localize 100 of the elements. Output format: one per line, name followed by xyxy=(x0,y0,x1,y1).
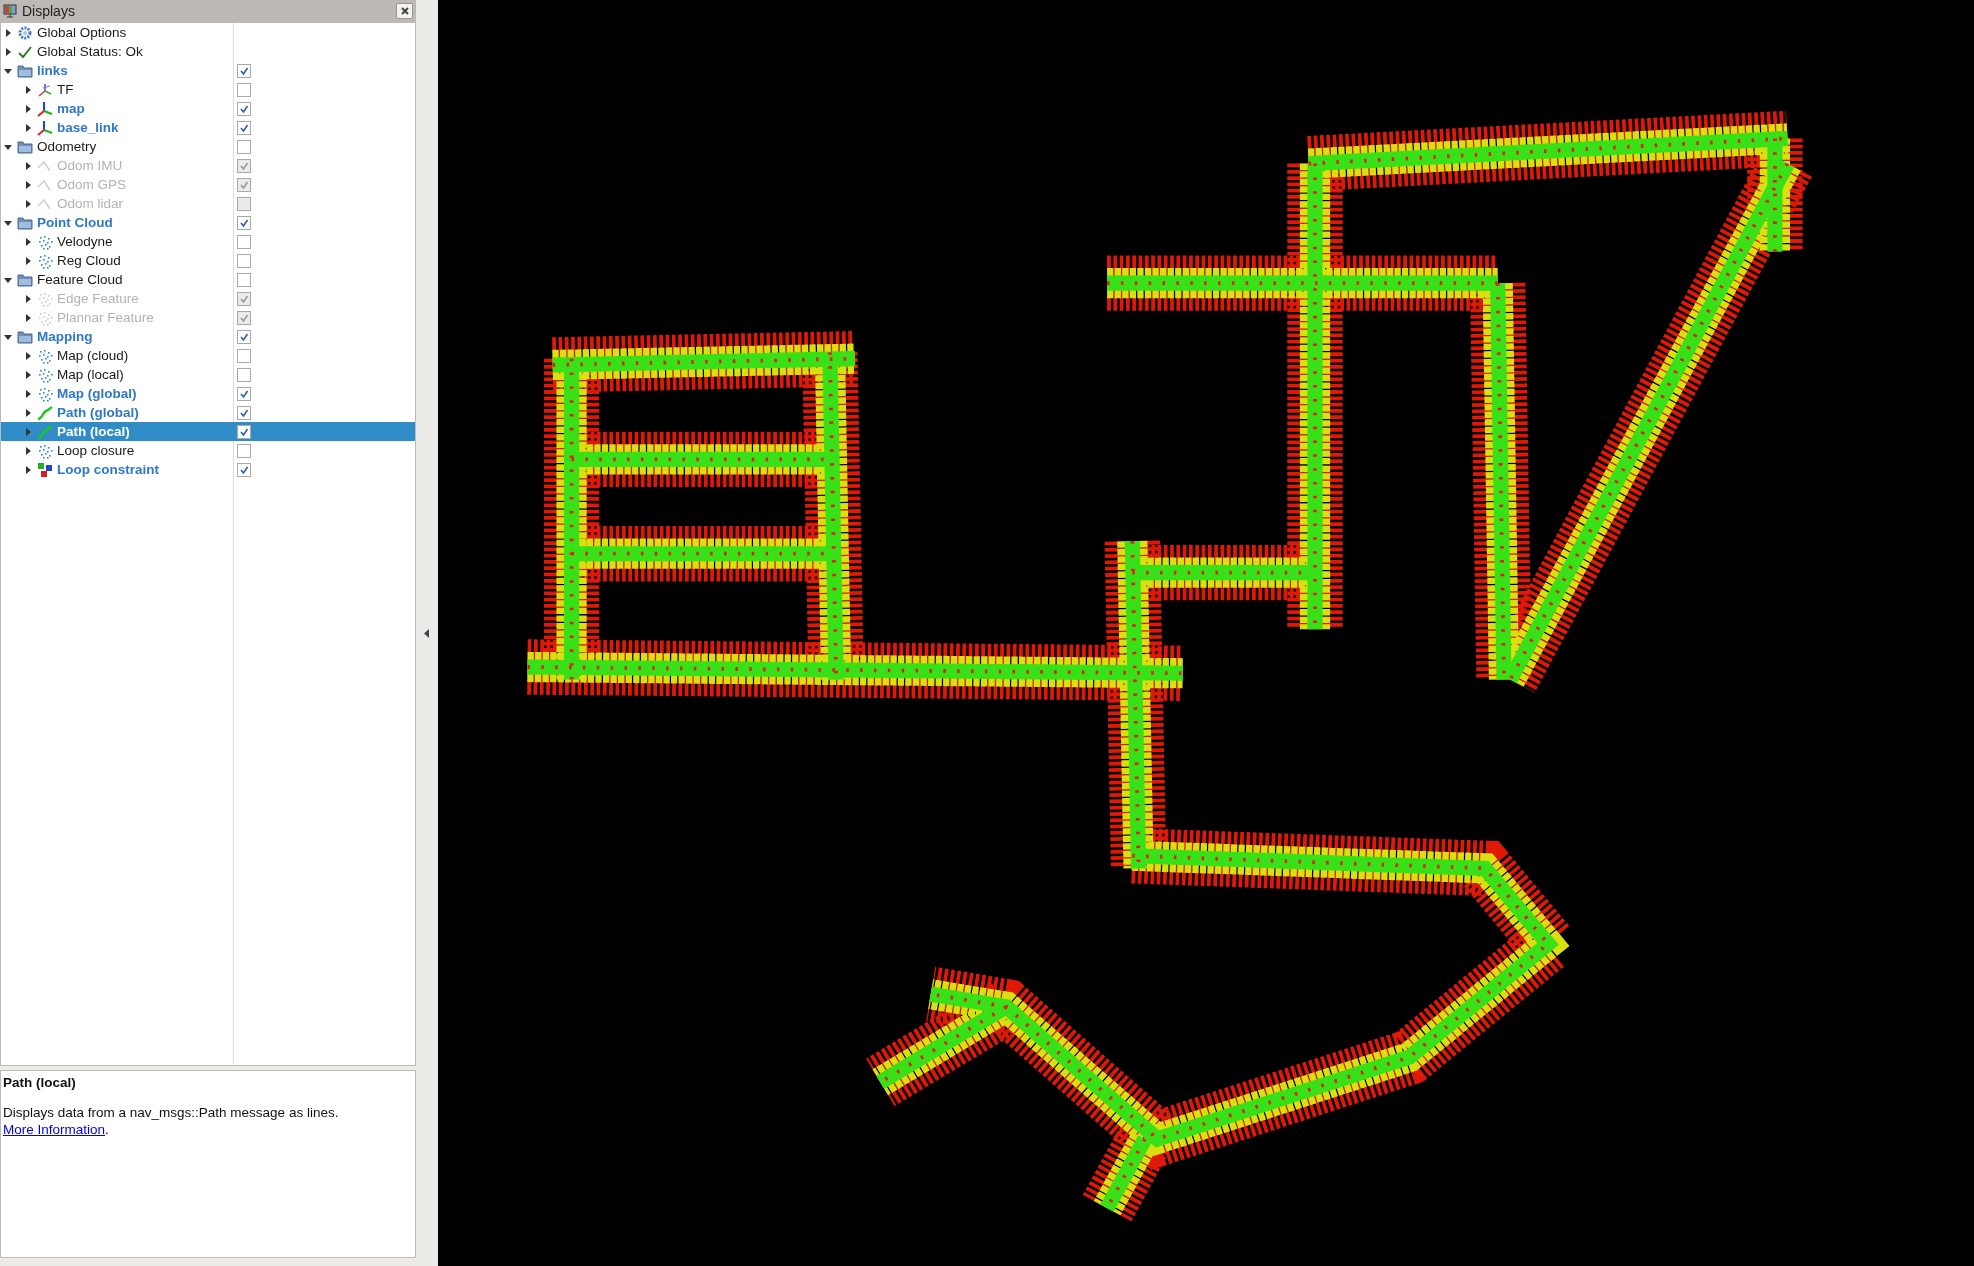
point-cloud-icon xyxy=(37,385,53,402)
checkbox[interactable] xyxy=(237,272,251,287)
display-label: Odom IMU xyxy=(57,158,123,173)
tree-row[interactable]: Global Options xyxy=(1,23,415,42)
close-button[interactable] xyxy=(396,3,413,19)
axes-icon xyxy=(37,81,53,98)
checkbox[interactable] xyxy=(237,82,251,97)
display-label: TF xyxy=(57,82,74,97)
tree-row[interactable]: Feature Cloud xyxy=(1,270,415,289)
expand-arrow-icon[interactable] xyxy=(23,445,33,456)
tree-row[interactable]: Mapping xyxy=(1,327,415,346)
checkbox[interactable] xyxy=(237,386,251,401)
point-cloud-icon xyxy=(37,290,53,307)
expand-arrow-icon[interactable] xyxy=(23,350,33,361)
axes-icon xyxy=(37,119,53,136)
checkbox[interactable] xyxy=(237,405,251,420)
expand-arrow-icon[interactable] xyxy=(23,122,33,133)
tree-row[interactable]: Global Status: Ok xyxy=(1,42,415,61)
checkbox[interactable] xyxy=(237,120,251,135)
display-label: Reg Cloud xyxy=(57,253,121,268)
display-label: Loop constraint xyxy=(57,462,159,477)
tree-row[interactable]: Map (cloud) xyxy=(1,346,415,365)
checkbox[interactable] xyxy=(237,443,251,458)
display-label: Path (local) xyxy=(57,424,130,439)
expand-arrow-icon[interactable] xyxy=(23,103,33,114)
folder-icon xyxy=(17,328,33,345)
tree-row[interactable]: TF xyxy=(1,80,415,99)
expand-arrow-icon[interactable] xyxy=(23,407,33,418)
checkbox[interactable] xyxy=(237,253,251,268)
more-information-link[interactable]: More Information xyxy=(3,1122,106,1137)
display-label: Global Status: Ok xyxy=(37,44,143,59)
point-cloud-icon xyxy=(37,233,53,250)
display-label: Plannar Feature xyxy=(57,310,154,325)
tree-row[interactable]: Loop closure xyxy=(1,441,415,460)
tree-row[interactable]: Path (local) xyxy=(1,422,415,441)
display-label: Global Options xyxy=(37,25,127,40)
point-cloud-icon xyxy=(37,366,53,383)
display-label: Edge Feature xyxy=(57,291,139,306)
cubes-icon xyxy=(37,461,53,478)
expand-arrow-icon[interactable] xyxy=(3,27,13,38)
expand-arrow-icon[interactable] xyxy=(23,236,33,247)
point-cloud-icon xyxy=(37,252,53,269)
tree-row[interactable]: Velodyne xyxy=(1,232,415,251)
tree-row[interactable]: map xyxy=(1,99,415,118)
tree-row[interactable]: Path (global) xyxy=(1,403,415,422)
description-text: Displays data from a nav_msgs::Path message as lines. More Information. xyxy=(3,1104,340,1138)
checkbox[interactable] xyxy=(237,63,251,78)
checkbox[interactable] xyxy=(237,329,251,344)
curve-icon xyxy=(37,404,53,421)
point-cloud-icon xyxy=(37,309,53,326)
tree-row[interactable]: base_link xyxy=(1,118,415,137)
display-label: Map (cloud) xyxy=(57,348,129,363)
curve-icon xyxy=(37,423,53,440)
tree-row[interactable]: links xyxy=(1,61,415,80)
tree-row[interactable]: Loop constraint xyxy=(1,460,415,479)
description-title: Path (local) xyxy=(3,1075,77,1090)
tree-row[interactable]: Map (global) xyxy=(1,384,415,403)
panel-title: Displays xyxy=(22,3,76,19)
display-label: links xyxy=(37,63,68,78)
close-icon xyxy=(400,7,409,15)
display-label: Feature Cloud xyxy=(37,272,123,287)
expand-arrow-icon[interactable] xyxy=(23,369,33,380)
checkbox[interactable] xyxy=(237,462,251,477)
display-label: Odom lidar xyxy=(57,196,124,211)
display-label: Velodyne xyxy=(57,234,113,249)
monitor-icon xyxy=(3,4,17,18)
expand-arrow-icon[interactable] xyxy=(23,84,33,95)
point-cloud-icon xyxy=(37,442,53,459)
checkbox[interactable] xyxy=(237,234,251,249)
display-label: Odometry xyxy=(37,139,97,154)
expand-arrow-icon[interactable] xyxy=(3,46,13,57)
checkbox[interactable] xyxy=(237,367,251,382)
tree-row[interactable]: Reg Cloud xyxy=(1,251,415,270)
axes-icon xyxy=(37,100,53,117)
display-label: Odom GPS xyxy=(57,177,127,192)
checkbox[interactable] xyxy=(237,348,251,363)
collapse-handle-icon[interactable] xyxy=(424,628,430,638)
expand-arrow-icon[interactable] xyxy=(23,464,33,475)
checkbox[interactable] xyxy=(237,139,251,154)
display-label: Map (global) xyxy=(57,386,137,401)
display-label: Path (global) xyxy=(57,405,139,420)
folder-icon xyxy=(17,214,33,231)
expand-arrow-icon[interactable] xyxy=(23,255,33,266)
tree-row[interactable]: Odometry xyxy=(1,137,415,156)
folder-icon xyxy=(17,271,33,288)
point-cloud-icon xyxy=(37,347,53,364)
tree-row[interactable]: Point Cloud xyxy=(1,213,415,232)
tree-row[interactable]: Map (local) xyxy=(1,365,415,384)
display-label: Map (local) xyxy=(57,367,124,382)
display-label: map xyxy=(57,101,85,116)
3d-viewport[interactable] xyxy=(438,0,1974,1266)
display-label: Mapping xyxy=(37,329,93,344)
gear-icon xyxy=(17,24,33,41)
folder-icon xyxy=(17,138,33,155)
checkbox[interactable] xyxy=(237,424,251,439)
display-label: Point Cloud xyxy=(37,215,113,230)
checkbox[interactable] xyxy=(237,101,251,116)
checkbox[interactable] xyxy=(237,215,251,230)
expand-arrow-icon[interactable] xyxy=(23,388,33,399)
display-label: base_link xyxy=(57,120,119,135)
